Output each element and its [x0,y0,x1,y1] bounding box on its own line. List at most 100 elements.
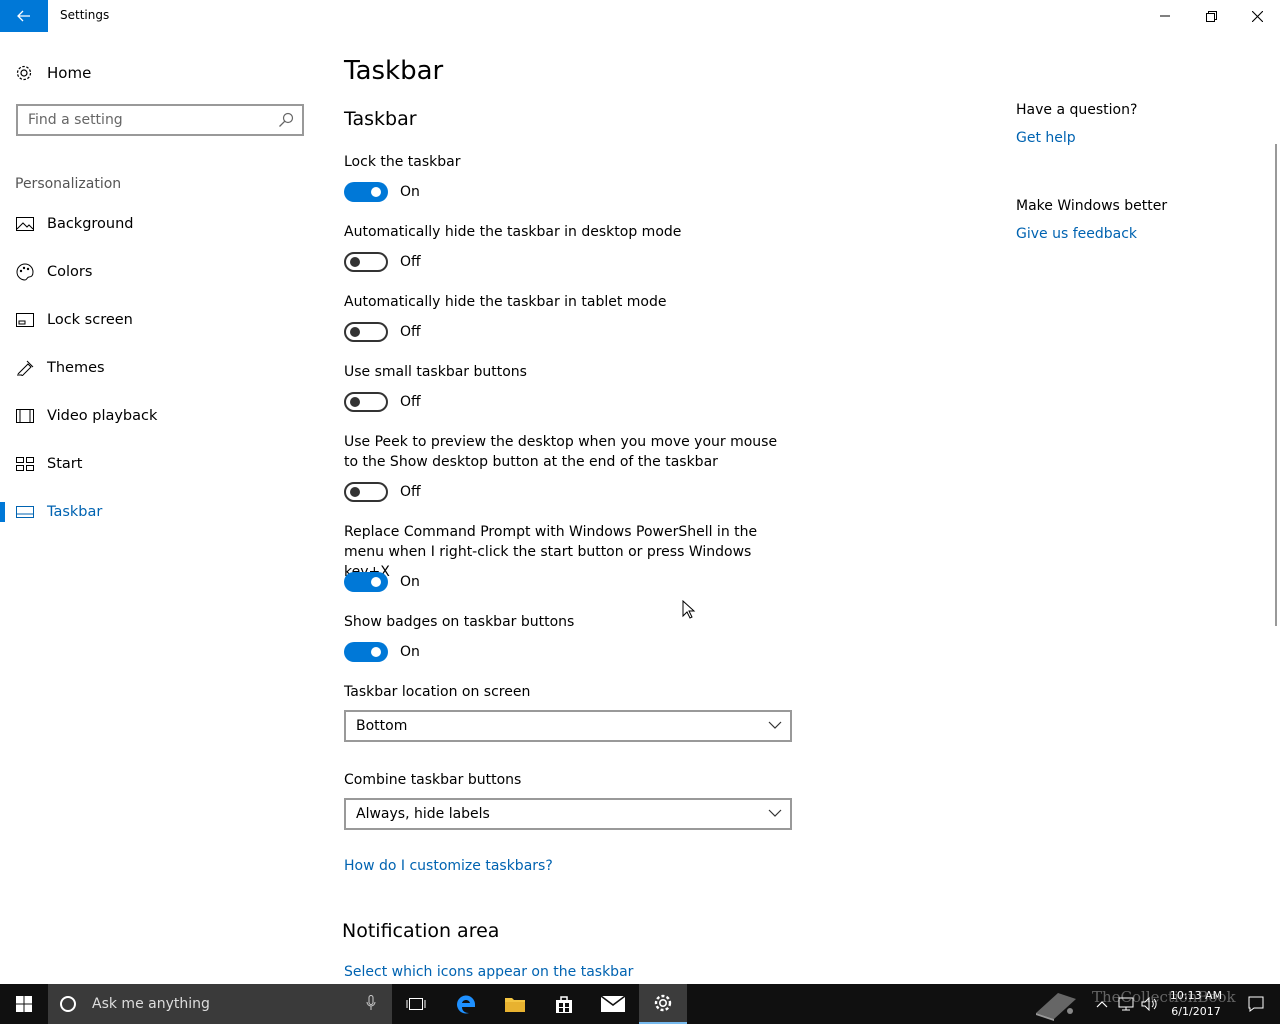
start-button[interactable] [0,984,48,1024]
sidebar-item-label: Taskbar [47,504,103,520]
settings-app[interactable] [639,984,687,1024]
toggle-switch[interactable] [344,322,388,342]
show-hidden-icons-button[interactable] [1092,984,1112,1024]
folder-icon [505,998,525,1012]
toggle-state: Off [400,484,421,500]
gear-icon [654,994,672,1012]
mail-icon [601,996,625,1012]
book-icon [1036,993,1076,1021]
toggle-small-buttons[interactable]: Off [344,392,421,412]
combine-dropdown[interactable]: Always, hide labels [344,798,792,830]
themes-icon [15,360,35,376]
file-explorer-app[interactable] [491,984,539,1024]
toggle-autohide-tablet[interactable]: Off [344,322,421,342]
cortana-search[interactable]: Ask me anything [48,984,392,1024]
location-value: Bottom [356,718,408,734]
toggle-switch[interactable] [344,252,388,272]
setting-label-lock-taskbar: Lock the taskbar [344,154,461,170]
speaker-icon [1141,997,1157,1011]
window-title: Settings [60,8,110,22]
close-button[interactable] [1234,0,1280,32]
sidebar-item-label: Colors [47,264,93,280]
help-question: Have a question? [1016,102,1138,118]
toggle-switch[interactable] [344,572,388,592]
toggle-peek[interactable]: Off [344,482,421,502]
back-button[interactable] [0,0,48,32]
sidebar-item-start[interactable]: Start [0,444,320,484]
setting-label-autohide-desktop: Automatically hide the taskbar in deskto… [344,224,682,240]
restore-button[interactable] [1188,0,1234,32]
title-bar: Settings [0,0,1280,32]
setting-label-small-buttons: Use small taskbar buttons [344,364,527,380]
toggle-autohide-desktop[interactable]: Off [344,252,421,272]
make-windows-better: Make Windows better [1016,198,1168,214]
get-help-link[interactable]: Get help [1016,130,1076,146]
section-title: Taskbar [344,108,417,130]
combine-label: Combine taskbar buttons [344,772,522,788]
notification-area-title: Notification area [342,920,500,942]
sidebar-item-themes[interactable]: Themes [0,348,320,388]
select-icons-link[interactable]: Select which icons appear on the taskbar [344,964,633,980]
feedback-link[interactable]: Give us feedback [1016,226,1137,242]
palette-icon [15,263,35,281]
network-icon [1118,997,1134,1011]
restore-icon [1205,10,1217,22]
close-icon [1251,10,1263,22]
action-center-button[interactable] [1236,984,1276,1024]
scrollbar[interactable] [1275,144,1277,626]
location-dropdown[interactable]: Bottom [344,710,792,742]
volume-tray-item[interactable] [1138,984,1162,1024]
sidebar-item-colors[interactable]: Colors [0,252,320,292]
toggle-switch[interactable] [344,392,388,412]
toggle-switch[interactable] [344,182,388,202]
mail-app[interactable] [589,984,637,1024]
edge-icon [457,995,476,1014]
people-tray-item[interactable] [1030,984,1082,1024]
lock-screen-icon [15,313,35,327]
search-box[interactable] [16,104,304,136]
sidebar-item-label: Themes [47,360,105,376]
toggle-state: On [400,644,420,660]
toggle-switch[interactable] [344,482,388,502]
sidebar-item-taskbar[interactable]: Taskbar [0,492,320,532]
windows-logo-icon [16,996,32,1012]
sidebar-item-background[interactable]: Background [0,204,320,244]
sidebar-item-lock-screen[interactable]: Lock screen [0,300,320,340]
sidebar-item-label: Background [47,216,134,232]
setting-label-autohide-tablet: Automatically hide the taskbar in tablet… [344,294,667,310]
taskbar-icon [15,506,35,518]
windows-taskbar: Ask me anything TheCollectionBook 10:13 … [0,984,1280,1024]
system-clock[interactable]: 10:13 AM 6/1/2017 [1164,988,1228,1020]
start-tiles-icon [15,457,35,471]
toggle-lock-taskbar[interactable]: On [344,182,420,202]
gear-icon [16,65,32,81]
toggle-badges[interactable]: On [344,642,420,662]
chevron-up-icon [1096,1001,1108,1008]
toggle-switch[interactable] [344,642,388,662]
mouse-cursor-icon [682,600,696,619]
home-nav[interactable]: Home [15,62,91,84]
sidebar-item-label: Start [47,456,83,472]
clock-time: 10:13 AM [1169,989,1223,1002]
toggle-state: Off [400,324,421,340]
minimize-button[interactable] [1142,0,1188,32]
toggle-powershell[interactable]: On [344,572,420,592]
task-view-icon [406,998,426,1010]
clock-date: 6/1/2017 [1171,1005,1221,1018]
minimize-icon [1160,15,1170,17]
setting-label-peek: Use Peek to preview the desktop when you… [344,434,778,470]
home-label: Home [47,64,92,82]
store-app[interactable] [540,984,588,1024]
sidebar-item-video-playback[interactable]: Video playback [0,396,320,436]
search-input[interactable] [28,112,268,128]
combine-value: Always, hide labels [356,806,490,822]
microphone-icon[interactable] [366,995,376,1011]
toggle-state: On [400,184,420,200]
edge-app[interactable] [442,984,490,1024]
chevron-down-icon [768,721,782,729]
page-title: Taskbar [344,56,444,86]
toggle-state: Off [400,394,421,410]
network-tray-item[interactable] [1114,984,1138,1024]
customize-taskbars-link[interactable]: How do I customize taskbars? [344,858,553,874]
task-view-button[interactable] [392,984,440,1024]
